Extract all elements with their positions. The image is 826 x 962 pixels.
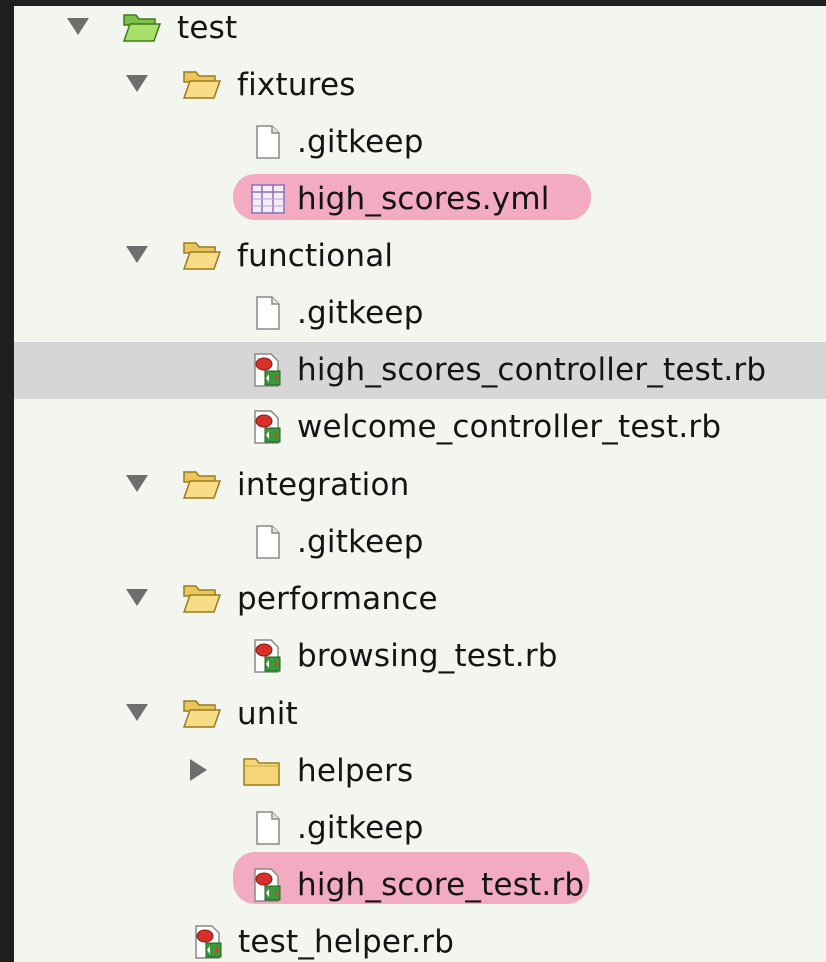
folder-open-icon — [182, 468, 222, 502]
tree-row-functional-gitkeep[interactable]: .gitkeep — [14, 285, 826, 342]
triangle-right-icon[interactable] — [190, 759, 207, 781]
tree-row-test[interactable]: test — [14, 6, 826, 57]
tree-row-helpers[interactable]: helpers — [14, 743, 826, 800]
tree-row-label: unit — [237, 696, 298, 732]
tree-row-label: high_scores_controller_test.rb — [297, 352, 767, 388]
tree-row-label: high_score_test.rb — [297, 867, 585, 903]
yaml-table-icon — [247, 182, 285, 216]
tree-row-functional[interactable]: functional — [14, 228, 826, 285]
tree-row-high-scores-controller-test[interactable]: high_scores_controller_test.rb — [14, 342, 826, 399]
tree-row-test-helper[interactable]: test_helper.rb — [14, 914, 826, 962]
tree-row-label: welcome_controller_test.rb — [297, 409, 722, 445]
file-icon — [247, 811, 285, 845]
triangle-down-icon[interactable] — [67, 18, 89, 35]
project-tree-panel: test fixtures .gitkeep high_scores.yml f… — [14, 6, 826, 962]
tree-row-label: performance — [237, 581, 438, 617]
file-icon — [247, 525, 285, 559]
folder-open-icon — [182, 582, 222, 616]
tree-row-fixtures[interactable]: fixtures — [14, 57, 826, 114]
tree-row-welcome-controller-test[interactable]: welcome_controller_test.rb — [14, 399, 826, 456]
tree-row-label: high_scores.yml — [297, 181, 550, 217]
tree-row-unit[interactable]: unit — [14, 686, 826, 743]
ruby-file-icon — [247, 410, 285, 444]
triangle-down-icon[interactable] — [126, 475, 148, 492]
tree-row-label: .gitkeep — [297, 124, 424, 160]
ruby-file-icon — [247, 639, 285, 673]
tree-row-high-scores-yml[interactable]: high_scores.yml — [14, 171, 826, 228]
triangle-down-icon[interactable] — [126, 246, 148, 263]
ruby-file-icon — [188, 925, 226, 959]
tree-row-integration-gitkeep[interactable]: .gitkeep — [14, 514, 826, 571]
window-frame: test fixtures .gitkeep high_scores.yml f… — [0, 0, 826, 962]
tree-row-performance[interactable]: performance — [14, 571, 826, 628]
folder-open-icon — [182, 239, 222, 273]
tree-row-high-score-test[interactable]: high_score_test.rb — [14, 857, 826, 914]
file-icon — [247, 125, 285, 159]
triangle-down-icon[interactable] — [126, 704, 148, 721]
ruby-file-icon — [247, 353, 285, 387]
tree-row-label: .gitkeep — [297, 810, 424, 846]
tree-row-label: fixtures — [237, 67, 356, 103]
tree-row-label: integration — [237, 467, 410, 503]
tree-row-label: test — [177, 10, 238, 46]
triangle-down-icon[interactable] — [126, 75, 148, 92]
folder-open-icon — [182, 697, 222, 731]
tree-row-fixtures-gitkeep[interactable]: .gitkeep — [14, 114, 826, 171]
ruby-file-icon — [247, 868, 285, 902]
folder-icon — [242, 754, 280, 788]
folder-open-icon — [122, 11, 162, 45]
tree-row-integration[interactable]: integration — [14, 457, 826, 514]
tree-row-label: test_helper.rb — [238, 924, 455, 960]
tree-row-label: browsing_test.rb — [297, 638, 558, 674]
tree-row-label: functional — [237, 238, 394, 274]
tree-row-unit-gitkeep[interactable]: .gitkeep — [14, 800, 826, 857]
triangle-down-icon[interactable] — [126, 589, 148, 606]
file-icon — [247, 296, 285, 330]
tree-row-label: .gitkeep — [297, 295, 424, 331]
tree-row-browsing-test[interactable]: browsing_test.rb — [14, 628, 826, 685]
tree-row-label: .gitkeep — [297, 524, 424, 560]
folder-open-icon — [182, 68, 222, 102]
tree-row-label: helpers — [297, 753, 414, 789]
